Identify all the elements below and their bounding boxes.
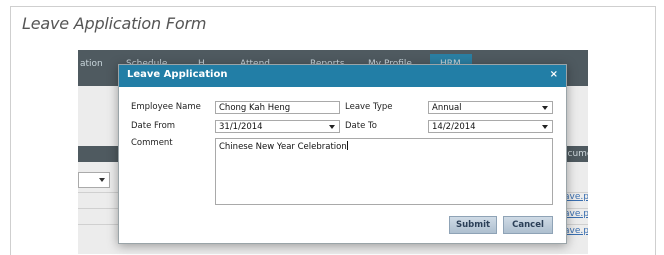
- chevron-down-icon: [542, 125, 548, 129]
- bg-nav-item: ation: [80, 59, 103, 69]
- bg-document-link: ave.pd: [564, 209, 588, 219]
- dialog-header: Leave Application ×: [119, 65, 566, 87]
- comment-textarea[interactable]: Chinese New Year Celebration: [215, 138, 553, 205]
- date-from-value: 31/1/2014: [219, 122, 263, 132]
- leave-type-value: Annual: [432, 103, 462, 113]
- figure-caption: Leave Application Form: [22, 14, 207, 33]
- date-to-label: Date To: [345, 121, 377, 131]
- chevron-down-icon: [542, 106, 548, 110]
- leave-type-select[interactable]: Annual: [428, 101, 553, 114]
- comment-label: Comment: [131, 138, 173, 148]
- date-from-select[interactable]: 31/1/2014: [215, 120, 340, 133]
- comment-text: Chinese New Year Celebration: [219, 142, 347, 152]
- dialog-title: Leave Application: [127, 69, 228, 80]
- employee-name-field[interactable]: Chong Kah Heng: [215, 101, 340, 114]
- bg-document-link: ave.pd: [564, 192, 588, 202]
- chevron-down-icon: [99, 178, 105, 182]
- text-cursor: [346, 141, 348, 150]
- cancel-button[interactable]: Cancel: [503, 216, 553, 234]
- date-to-select[interactable]: 14/2/2014: [428, 120, 553, 133]
- employee-name-label: Employee Name: [131, 102, 201, 112]
- bg-document-link: ave.pd: [564, 226, 588, 236]
- bg-select: [78, 172, 110, 188]
- submit-button[interactable]: Submit: [449, 216, 497, 234]
- close-icon[interactable]: ×: [550, 69, 558, 80]
- date-to-value: 14/2/2014: [432, 122, 476, 132]
- date-from-label: Date From: [131, 121, 176, 131]
- chevron-down-icon: [329, 125, 335, 129]
- leave-type-label: Leave Type: [345, 102, 393, 112]
- leave-application-dialog: Leave Application × Employee Name Chong …: [118, 64, 567, 244]
